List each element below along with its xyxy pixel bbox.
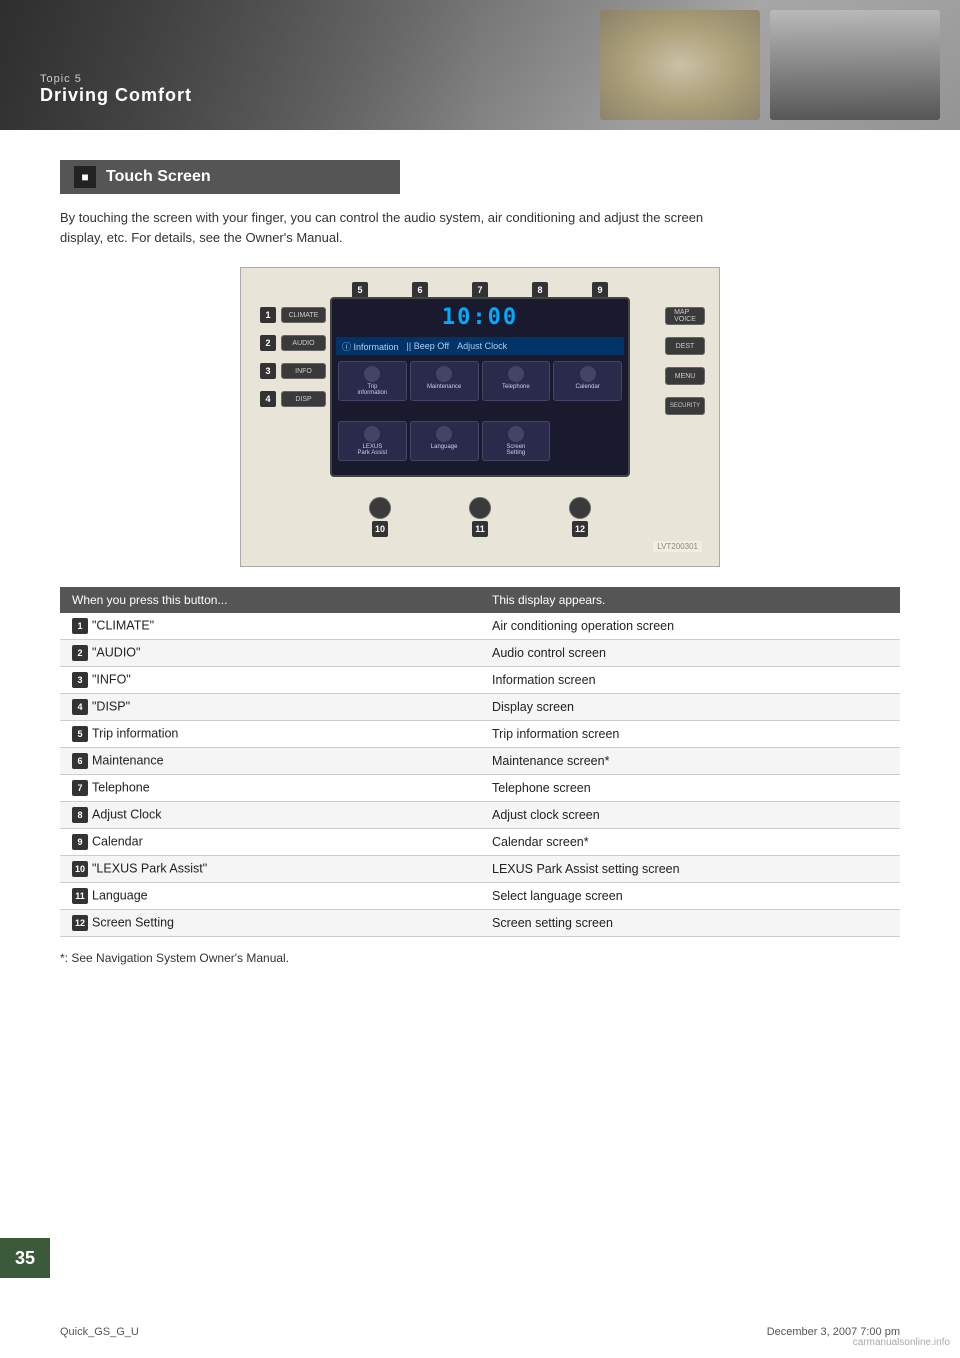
table-cell-button: 9Calendar	[60, 829, 480, 856]
touchscreen-display: 10:00 ⓘ Information || Beep Off Adjust C…	[330, 297, 630, 477]
section-intro: By touching the screen with your finger,…	[60, 208, 740, 247]
table-row: 8Adjust ClockAdjust clock screen	[60, 802, 900, 829]
table-cell-button: 6Maintenance	[60, 748, 480, 775]
table-row: 3"INFO"Information screen	[60, 667, 900, 694]
right-btn-menu: MENU	[665, 367, 705, 385]
right-buttons-col: MAPVOICE DEST MENU SECURITY	[665, 307, 705, 415]
table-cell-button: 7Telephone	[60, 775, 480, 802]
header-cars	[460, 0, 960, 130]
left-btn-1: 1 CLIMATE	[260, 307, 326, 323]
footer: Quick_GS_G_U December 3, 2007 7:00 pm	[60, 1326, 900, 1338]
table-row: 7TelephoneTelephone screen	[60, 775, 900, 802]
table-row: 6MaintenanceMaintenance screen*	[60, 748, 900, 775]
table-row: 5Trip informationTrip information screen	[60, 721, 900, 748]
table-cell-display: Adjust clock screen	[480, 802, 900, 829]
table-cell-display: Calendar screen*	[480, 829, 900, 856]
watermark: carmanualsonline.info	[853, 1337, 950, 1348]
table-row: 1"CLIMATE"Air conditioning operation scr…	[60, 613, 900, 640]
screen-time: 10:00	[442, 305, 518, 330]
header-topic: Topic 5	[40, 73, 192, 85]
bottom-btn-11: 11	[469, 497, 491, 537]
footnote: *: See Navigation System Owner's Manual.	[60, 951, 900, 965]
table-cell-button: 11Language	[60, 883, 480, 910]
table-cell-display: Telephone screen	[480, 775, 900, 802]
bottom-buttons-row: 10 11 12	[330, 497, 630, 537]
screen-setting[interactable]: ScreenSetting	[482, 421, 551, 461]
table-cell-button: 4"DISP"	[60, 694, 480, 721]
screen-maintenance[interactable]: Maintenance	[410, 361, 479, 401]
screen-empty	[553, 421, 622, 461]
right-btn-mapvoice: MAPVOICE	[665, 307, 705, 325]
table-cell-display: Select language screen	[480, 883, 900, 910]
diagram-inner: 5 6 7 8 9	[250, 277, 710, 557]
table-cell-display: LEXUS Park Assist setting screen	[480, 856, 900, 883]
table-cell-button: 10"LEXUS Park Assist"	[60, 856, 480, 883]
bottom-btn-10: 10	[369, 497, 391, 537]
screen-lexus-assist[interactable]: LEXUSPark Assist	[338, 421, 407, 461]
table-cell-display: Maintenance screen*	[480, 748, 900, 775]
screen-row-2: LEXUSPark Assist Language ScreenSetting	[336, 419, 624, 463]
table-row: 4"DISP"Display screen	[60, 694, 900, 721]
screen-calendar[interactable]: Calendar	[553, 361, 622, 401]
table-cell-button: 2"AUDIO"	[60, 640, 480, 667]
left-btn-2: 2 AUDIO	[260, 335, 326, 351]
table-cell-button: 5Trip information	[60, 721, 480, 748]
table-cell-button: 3"INFO"	[60, 667, 480, 694]
table-col1-header: When you press this button...	[60, 587, 480, 613]
right-btn-security: SECURITY	[665, 397, 705, 415]
header-title: Driving Comfort	[40, 85, 192, 106]
table-cell-display: Screen setting screen	[480, 910, 900, 937]
touch-screen-diagram: 5 6 7 8 9	[240, 267, 720, 567]
left-btn-4: 4 DISP	[260, 391, 326, 407]
table-cell-display: Information screen	[480, 667, 900, 694]
screen-language[interactable]: Language	[410, 421, 479, 461]
car-interior-image	[600, 10, 760, 120]
left-buttons-col: 1 CLIMATE 2 AUDIO 3 INFO 4 DISP	[260, 307, 326, 407]
main-content: ■ Touch Screen By touching the screen wi…	[0, 130, 960, 995]
diagram-reference: LVT200301	[653, 541, 702, 552]
screen-row-1: Tripinformation Maintenance Telephone Ca…	[336, 359, 624, 403]
table-row: 11LanguageSelect language screen	[60, 883, 900, 910]
table-cell-display: Air conditioning operation screen	[480, 613, 900, 640]
table-cell-display: Display screen	[480, 694, 900, 721]
table-row: 10"LEXUS Park Assist"LEXUS Park Assist s…	[60, 856, 900, 883]
table-col2-header: This display appears.	[480, 587, 900, 613]
table-cell-display: Trip information screen	[480, 721, 900, 748]
footer-left: Quick_GS_G_U	[60, 1326, 139, 1338]
table-cell-button: 8Adjust Clock	[60, 802, 480, 829]
table-cell-display: Audio control screen	[480, 640, 900, 667]
table-cell-button: 1"CLIMATE"	[60, 613, 480, 640]
button-display-table: When you press this button... This displ…	[60, 587, 900, 937]
section-title: Touch Screen	[106, 168, 211, 186]
section-icon: ■	[74, 166, 96, 188]
screen-info-bar: ⓘ Information || Beep Off Adjust Clock	[336, 337, 624, 355]
page-number: 35	[0, 1238, 50, 1278]
table-row: 12Screen SettingScreen setting screen	[60, 910, 900, 937]
left-btn-3: 3 INFO	[260, 363, 326, 379]
right-btn-dest: DEST	[665, 337, 705, 355]
section-heading: ■ Touch Screen	[60, 160, 400, 194]
screen-trip-info[interactable]: Tripinformation	[338, 361, 407, 401]
car-exterior-image	[770, 10, 940, 120]
header-text: Topic 5 Driving Comfort	[0, 73, 192, 120]
table-row: 9CalendarCalendar screen*	[60, 829, 900, 856]
screen-telephone[interactable]: Telephone	[482, 361, 551, 401]
table-row: 2"AUDIO"Audio control screen	[60, 640, 900, 667]
table-cell-button: 12Screen Setting	[60, 910, 480, 937]
bottom-btn-12: 12	[569, 497, 591, 537]
header-banner: Topic 5 Driving Comfort	[0, 0, 960, 130]
